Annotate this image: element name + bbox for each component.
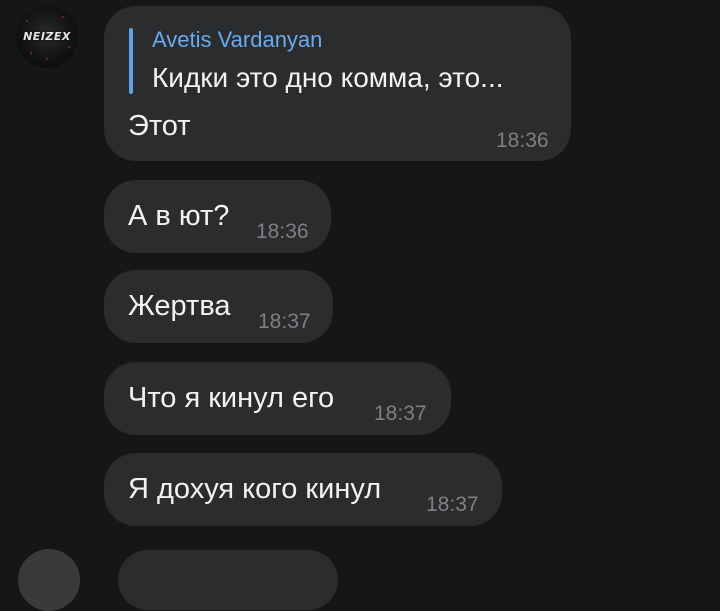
message-time: 18:37 (426, 493, 479, 516)
message-text: А в ют? (128, 200, 230, 232)
avatar-logo-text: NEIZEX (23, 30, 71, 43)
avatar-decoration (68, 46, 70, 48)
avatar-decoration (30, 52, 32, 54)
next-sender-avatar[interactable] (18, 549, 80, 611)
avatar-decoration (62, 16, 64, 18)
message-bubble[interactable]: А в ют? 18:36 (104, 180, 331, 253)
message-bubble[interactable]: Я дохуя кого кинул 18:37 (104, 453, 502, 526)
message-text: Жертва (128, 290, 231, 322)
reply-quote-bar (129, 28, 133, 94)
message-time: 18:36 (256, 220, 309, 243)
message-text: Я дохуя кого кинул (128, 473, 382, 505)
message-text: Что я кинул его (128, 382, 335, 414)
message-text: Этот (128, 110, 191, 142)
message-bubble[interactable]: Жертва 18:37 (104, 270, 333, 343)
message-time: 18:37 (258, 310, 311, 333)
message-bubble[interactable]: Что я кинул его 18:37 (104, 362, 451, 435)
avatar-decoration (46, 58, 48, 60)
avatar-decoration (26, 20, 28, 22)
sender-avatar[interactable]: NEIZEX (16, 6, 78, 68)
message-time: 18:36 (496, 129, 549, 152)
reply-author[interactable]: Avetis Vardanyan (152, 27, 322, 53)
message-time: 18:37 (374, 402, 427, 425)
reply-preview-text[interactable]: Кидки это дно комма, это... (152, 62, 504, 94)
message-bubble[interactable]: Avetis Vardanyan Кидки это дно комма, эт… (104, 6, 571, 161)
next-message-bubble[interactable] (118, 550, 338, 610)
